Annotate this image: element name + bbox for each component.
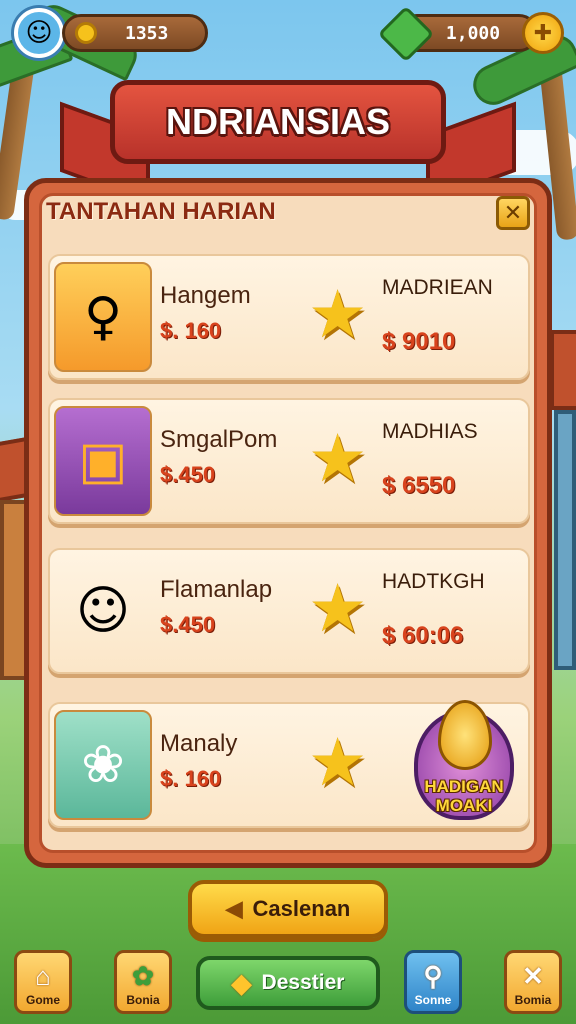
tab-label: Bonia [126,993,160,1007]
tab-bonus[interactable]: ✿ Bonia [114,950,172,1014]
tab-label: Gome [25,993,60,1007]
tab-label: Sonne [414,993,452,1007]
reward-title: MADRIEAN [382,276,493,299]
dog-icon: ❀ [54,710,152,820]
back-button-label: Caslenan [252,896,351,921]
challenge-name: Hangem [160,282,251,309]
star-icon: ★ [308,570,368,647]
star-icon: ★ [308,420,368,497]
panel-header: TANTAHAN HARIAN [46,198,276,225]
back-button[interactable]: ◀ Caslenan [188,880,388,938]
challenge-price: $. 160 [160,766,222,791]
badge-label: HADIGAN MOAKI [424,777,503,815]
tab-home[interactable]: ⌂ Gome [14,950,72,1014]
reward-title: MADHIAS [382,420,478,443]
arrow-left-icon: ◀ [225,896,243,921]
house-roof [550,330,576,410]
badge-gem-icon [438,700,492,770]
screen-title: NDRIANSIAS [110,80,446,164]
close-icon: ✕ [503,200,523,226]
close-button[interactable]: ✕ [496,196,530,230]
challenge-price: $.450 [160,612,216,637]
plus-icon: ✚ [533,20,553,46]
girl-avatar-icon: ♀ [54,262,152,372]
coin-amount: 1353 [125,22,169,44]
badge-line-2: MOAKI [435,796,493,815]
reward-badge[interactable]: HADIGAN MOAKI [406,700,522,832]
challenge-price: $.450 [160,462,216,487]
star-icon: ★ [308,724,368,801]
fire-cube-icon: ▣ [54,406,152,516]
badge-line-1: HADIGAN [424,777,504,796]
challenge-name: Flamanlap [160,576,273,603]
challenge-card[interactable]: ☺ Flamanlap $.450 ★ HADTKGH $ 60:06 [48,548,530,674]
tab-label: Bomia [514,993,552,1007]
green-button-label: Desstier [261,971,345,994]
tab-search[interactable]: ⚲ Sonne [404,950,462,1014]
challenge-name: SmgalPom [160,426,278,453]
home-icon: ⌂ [35,961,51,991]
green-action-button[interactable]: ◆ Desstier [196,956,380,1010]
gem-icon: ◆ [231,967,252,998]
star-icon: ★ [308,276,368,353]
house [554,410,576,670]
search-icon: ⚲ [423,961,443,991]
reward-amount: $ 60:06 [382,622,464,649]
gift-icon: ✿ [132,961,154,991]
add-currency-button[interactable]: ✚ [522,12,564,54]
boy-avatar-icon: ☺ [75,581,131,641]
tools-icon: ✕ [522,961,544,991]
coin-counter: 1353 [62,14,208,52]
challenge-price: $. 160 [160,318,222,343]
coin-icon [75,22,97,44]
challenge-card[interactable]: ▣ SmgalPom $.450 ★ MADHIAS $ 6550 [48,398,530,524]
player-avatar-icon[interactable]: ☺ [14,8,64,58]
challenge-card[interactable]: ♀ Hangem $. 160 ★ MADRIEAN $ 9010 [48,254,530,380]
reward-amount: $ 9010 [382,328,456,355]
reward-amount: $ 6550 [382,472,456,499]
gem-amount: 1,000 [445,22,501,44]
tab-tools[interactable]: ✕ Bomia [504,950,562,1014]
reward-title: HADTKGH [382,570,485,593]
challenge-name: Manaly [160,730,238,757]
